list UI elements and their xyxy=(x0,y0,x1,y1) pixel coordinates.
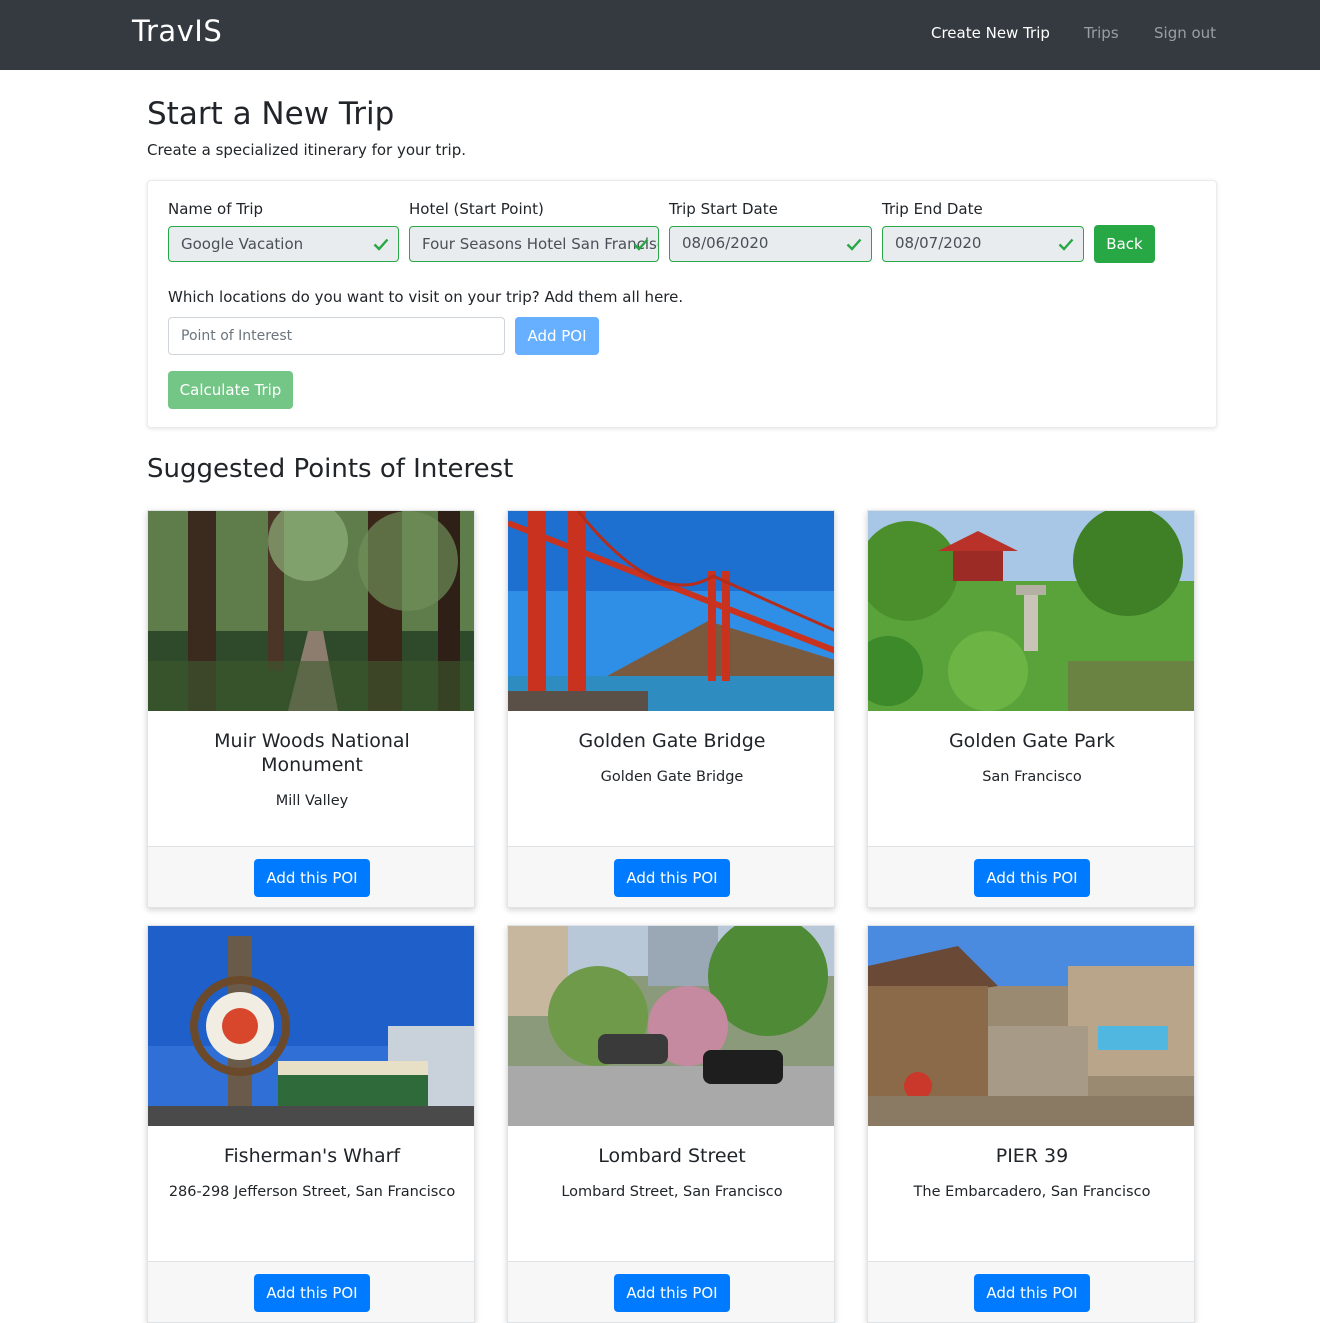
page-title: Start a New Trip xyxy=(147,96,395,132)
end-date-field[interactable]: 08/07/2020 xyxy=(882,226,1084,262)
hotel-field[interactable]: Four Seasons Hotel San Francisco xyxy=(409,226,659,262)
poi-photo-golden-gate-park xyxy=(868,511,1194,711)
hotel-label: Hotel (Start Point) xyxy=(409,200,544,218)
check-icon xyxy=(846,238,862,251)
poi-location: Mill Valley xyxy=(275,793,349,809)
poi-name: Fisherman's Wharf xyxy=(223,1145,401,1167)
poi-photo-fishermans-wharf xyxy=(148,926,474,1126)
page-subtitle: Create a specialized itinerary for your … xyxy=(147,141,466,159)
add-this-poi-button[interactable]: Add this POI xyxy=(254,859,370,897)
start-date-label: Trip Start Date xyxy=(669,200,778,218)
nav-trips[interactable]: Trips xyxy=(1084,24,1119,42)
poi-card-footer: Add this POI xyxy=(148,1261,474,1322)
nav-create-new-trip[interactable]: Create New Trip xyxy=(931,24,1050,42)
add-this-poi-button[interactable]: Add this POI xyxy=(614,1274,730,1312)
poi-photo-lombard-street xyxy=(508,926,834,1126)
poi-card-muir-woods: Muir Woods National Monument Mill Valley… xyxy=(147,510,475,908)
add-poi-button[interactable]: Add POI xyxy=(515,317,599,355)
poi-card-footer: Add this POI xyxy=(148,846,474,907)
poi-location: The Embarcadero, San Francisco xyxy=(913,1184,1151,1200)
trip-name-value: Google Vacation xyxy=(181,235,304,253)
poi-name: Golden Gate Park xyxy=(948,730,1116,752)
navbar: TravIS Create New Trip Trips Sign out xyxy=(0,0,1320,70)
poi-photo-muir-woods xyxy=(148,511,474,711)
poi-location: Lombard Street, San Francisco xyxy=(561,1184,783,1200)
add-this-poi-button[interactable]: Add this POI xyxy=(974,1274,1090,1312)
add-this-poi-button[interactable]: Add this POI xyxy=(254,1274,370,1312)
check-icon xyxy=(1058,238,1074,251)
poi-card-footer: Add this POI xyxy=(868,1261,1194,1322)
poi-name: PIER 39 xyxy=(995,1145,1069,1167)
poi-location: San Francisco xyxy=(982,769,1082,785)
trip-form-card: Name of Trip Hotel (Start Point) Trip St… xyxy=(147,180,1217,428)
poi-card-footer: Add this POI xyxy=(508,1261,834,1322)
start-date-field[interactable]: 08/06/2020 xyxy=(669,226,872,262)
poi-name: Golden Gate Bridge xyxy=(578,730,766,752)
poi-location: 286-298 Jefferson Street, San Francisco xyxy=(168,1184,456,1200)
suggested-title: Suggested Points of Interest xyxy=(147,454,514,484)
poi-card-footer: Add this POI xyxy=(868,846,1194,907)
check-icon xyxy=(373,238,389,251)
poi-card-golden-gate-bridge: Golden Gate Bridge Golden Gate Bridge Ad… xyxy=(507,510,835,908)
poi-name: Muir Woods National Monument xyxy=(214,730,410,776)
poi-card-footer: Add this POI xyxy=(508,846,834,907)
end-date-value: 08/07/2020 xyxy=(895,234,982,252)
trip-name-label: Name of Trip xyxy=(168,200,264,218)
locations-prompt: Which locations do you want to visit on … xyxy=(168,288,684,306)
hotel-value: Four Seasons Hotel San Francisco xyxy=(422,235,659,253)
poi-card-pier-39: PIER 39 The Embarcadero, San Francisco A… xyxy=(867,925,1195,1323)
poi-photo-golden-gate-bridge xyxy=(508,511,834,711)
start-date-value: 08/06/2020 xyxy=(682,234,769,252)
add-this-poi-button[interactable]: Add this POI xyxy=(974,859,1090,897)
add-this-poi-button[interactable]: Add this POI xyxy=(614,859,730,897)
poi-name: Lombard Street xyxy=(598,1145,746,1167)
brand-logo[interactable]: TravIS xyxy=(132,14,222,48)
poi-location: Golden Gate Bridge xyxy=(600,769,744,785)
poi-card-fishermans-wharf: Fisherman's Wharf 286-298 Jefferson Stre… xyxy=(147,925,475,1323)
calculate-trip-button[interactable]: Calculate Trip xyxy=(168,371,293,409)
back-button[interactable]: Back xyxy=(1094,225,1155,263)
nav-sign-out[interactable]: Sign out xyxy=(1154,24,1216,42)
poi-input[interactable] xyxy=(168,317,505,355)
poi-card-golden-gate-park: Golden Gate Park San Francisco Add this … xyxy=(867,510,1195,908)
trip-name-field[interactable]: Google Vacation xyxy=(168,226,399,262)
poi-photo-pier-39 xyxy=(868,926,1194,1126)
poi-card-lombard-street: Lombard Street Lombard Street, San Franc… xyxy=(507,925,835,1323)
check-icon xyxy=(633,238,649,251)
end-date-label: Trip End Date xyxy=(882,200,983,218)
